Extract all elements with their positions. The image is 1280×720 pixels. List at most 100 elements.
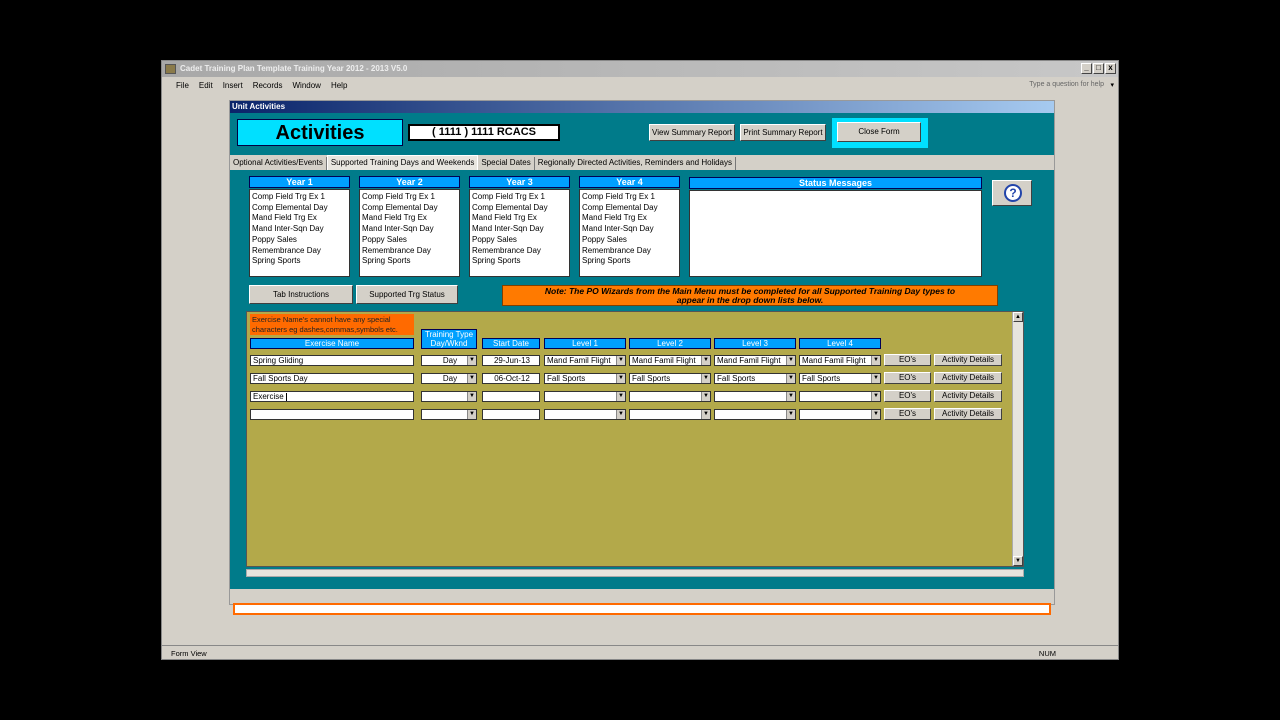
year4-list[interactable]: Comp Field Trg Ex 1 Comp Elemental Day M… (579, 189, 680, 277)
list-item[interactable]: Mand Field Trg Ex (252, 213, 347, 224)
eos-button[interactable]: EO's (884, 372, 931, 384)
list-item[interactable]: Poppy Sales (472, 235, 567, 246)
year3-list[interactable]: Comp Field Trg Ex 1 Comp Elemental Day M… (469, 189, 570, 277)
activity-details-button[interactable]: Activity Details (934, 390, 1002, 402)
level2-select[interactable]: Mand Famil Flight ▼ (629, 355, 711, 366)
close-icon[interactable]: x (1105, 63, 1116, 74)
maximize-icon[interactable]: □ (1093, 63, 1104, 74)
chevron-down-icon[interactable]: ▾ (1110, 81, 1114, 89)
training-type-select[interactable]: ▼ (421, 409, 477, 420)
eos-button[interactable]: EO's (884, 354, 931, 366)
list-item[interactable]: Spring Sports (582, 256, 677, 267)
activity-details-button[interactable]: Activity Details (934, 372, 1002, 384)
list-item[interactable]: Mand Field Trg Ex (362, 213, 457, 224)
level2-select[interactable]: Fall Sports ▼ (629, 373, 711, 384)
menu-records[interactable]: Records (253, 81, 283, 90)
chevron-down-icon[interactable]: ▼ (467, 374, 476, 383)
chevron-down-icon[interactable]: ▼ (786, 356, 795, 365)
training-type-select[interactable]: Day ▼ (421, 373, 477, 384)
window-titlebar[interactable]: Cadet Training Plan Template Training Ye… (162, 61, 1118, 77)
tab-instructions-button[interactable]: Tab Instructions (249, 285, 353, 304)
list-item[interactable]: Poppy Sales (252, 235, 347, 246)
level3-select[interactable]: Fall Sports ▼ (714, 373, 796, 384)
tab-supported-training[interactable]: Supported Training Days and Weekends (326, 155, 479, 170)
list-item[interactable]: Spring Sports (252, 256, 347, 267)
level2-select[interactable]: ▼ (629, 409, 711, 420)
activity-details-button[interactable]: Activity Details (934, 354, 1002, 366)
help-button[interactable]: ? (992, 180, 1032, 206)
tab-regionally-directed[interactable]: Regionally Directed Activities, Reminder… (535, 157, 736, 170)
chevron-down-icon[interactable]: ▼ (871, 356, 880, 365)
eos-button[interactable]: EO's (884, 390, 931, 402)
menu-help[interactable]: Help (331, 81, 347, 90)
menu-file[interactable]: File (176, 81, 189, 90)
exercise-name-input[interactable]: Fall Sports Day (250, 373, 414, 384)
list-item[interactable]: Spring Sports (362, 256, 457, 267)
activity-details-button[interactable]: Activity Details (934, 408, 1002, 420)
chevron-down-icon[interactable]: ▼ (786, 392, 795, 401)
scroll-up-icon[interactable]: ▲ (1013, 312, 1023, 322)
menu-insert[interactable]: Insert (223, 81, 243, 90)
chevron-down-icon[interactable]: ▼ (871, 392, 880, 401)
chevron-down-icon[interactable]: ▼ (871, 374, 880, 383)
chevron-down-icon[interactable]: ▼ (467, 410, 476, 419)
list-item[interactable]: Comp Field Trg Ex 1 (472, 192, 567, 203)
scroll-down-icon[interactable]: ▼ (1013, 556, 1023, 566)
level1-select[interactable]: ▼ (544, 409, 626, 420)
chevron-down-icon[interactable]: ▼ (701, 356, 710, 365)
level3-select[interactable]: ▼ (714, 391, 796, 402)
tab-special-dates[interactable]: Special Dates (478, 157, 535, 170)
list-item[interactable]: Poppy Sales (582, 235, 677, 246)
view-summary-button[interactable]: View Summary Report (649, 124, 735, 141)
chevron-down-icon[interactable]: ▼ (871, 410, 880, 419)
exercise-name-input[interactable]: Spring Gliding (250, 355, 414, 366)
list-item[interactable]: Comp Elemental Day (362, 203, 457, 214)
exercise-name-input[interactable] (250, 409, 414, 420)
level1-select[interactable]: Mand Famil Flight ▼ (544, 355, 626, 366)
level4-select[interactable]: ▼ (799, 391, 881, 402)
eos-button[interactable]: EO's (884, 408, 931, 420)
start-date-input[interactable]: 29-Jun-13 (482, 355, 540, 366)
chevron-down-icon[interactable]: ▼ (786, 374, 795, 383)
list-item[interactable]: Mand Inter-Sqn Day (252, 224, 347, 235)
level3-select[interactable]: Mand Famil Flight ▼ (714, 355, 796, 366)
chevron-down-icon[interactable]: ▼ (701, 374, 710, 383)
minimize-icon[interactable]: _ (1081, 63, 1092, 74)
start-date-input[interactable] (482, 409, 540, 420)
supported-trg-status-button[interactable]: Supported Trg Status (356, 285, 458, 304)
list-item[interactable]: Mand Field Trg Ex (582, 213, 677, 224)
level4-select[interactable]: Mand Famil Flight ▼ (799, 355, 881, 366)
print-summary-button[interactable]: Print Summary Report (740, 124, 826, 141)
start-date-input[interactable]: 06-Oct-12 (482, 373, 540, 384)
menu-edit[interactable]: Edit (199, 81, 213, 90)
level1-select[interactable]: Fall Sports ▼ (544, 373, 626, 384)
list-item[interactable]: Poppy Sales (362, 235, 457, 246)
exercise-name-input[interactable]: Exercise (250, 391, 414, 402)
training-type-select[interactable]: ▼ (421, 391, 477, 402)
list-item[interactable]: Comp Field Trg Ex 1 (362, 192, 457, 203)
start-date-input[interactable] (482, 391, 540, 402)
level4-select[interactable]: Fall Sports ▼ (799, 373, 881, 384)
list-item[interactable]: Remembrance Day (582, 246, 677, 257)
chevron-down-icon[interactable]: ▼ (467, 392, 476, 401)
horizontal-scrollbar[interactable] (246, 569, 1024, 577)
list-item[interactable]: Comp Elemental Day (472, 203, 567, 214)
chevron-down-icon[interactable]: ▼ (616, 410, 625, 419)
list-item[interactable]: Comp Field Trg Ex 1 (252, 192, 347, 203)
list-item[interactable]: Comp Elemental Day (582, 203, 677, 214)
list-item[interactable]: Mand Field Trg Ex (472, 213, 567, 224)
year1-list[interactable]: Comp Field Trg Ex 1 Comp Elemental Day M… (249, 189, 350, 277)
chevron-down-icon[interactable]: ▼ (786, 410, 795, 419)
vertical-scrollbar[interactable]: ▲ ▼ (1012, 312, 1023, 566)
list-item[interactable]: Remembrance Day (472, 246, 567, 257)
level4-select[interactable]: ▼ (799, 409, 881, 420)
chevron-down-icon[interactable]: ▼ (616, 374, 625, 383)
list-item[interactable]: Spring Sports (472, 256, 567, 267)
chevron-down-icon[interactable]: ▼ (701, 410, 710, 419)
list-item[interactable]: Comp Elemental Day (252, 203, 347, 214)
list-item[interactable]: Mand Inter-Sqn Day (362, 224, 457, 235)
year2-list[interactable]: Comp Field Trg Ex 1 Comp Elemental Day M… (359, 189, 460, 277)
chevron-down-icon[interactable]: ▼ (616, 356, 625, 365)
chevron-down-icon[interactable]: ▼ (467, 356, 476, 365)
list-item[interactable]: Mand Inter-Sqn Day (582, 224, 677, 235)
